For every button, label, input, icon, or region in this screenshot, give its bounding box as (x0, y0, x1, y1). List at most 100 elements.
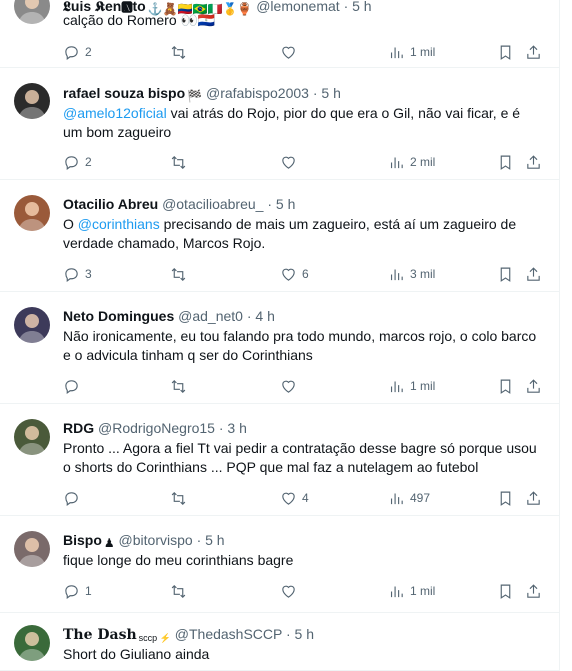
display-name[interactable]: rafael souza bispo (63, 85, 185, 101)
tweet[interactable]: 𝕷uis 𝕶en🅰to ⚓🧸🇨🇴🇧🇷🇮🇹🥇🏺 @lemonemat · 5 h ca… (0, 0, 560, 68)
tweet[interactable]: rafael souza bispo 🏁 @rafabispo2003 · 5 h… (0, 68, 560, 180)
display-name[interactable]: Neto Domingues (63, 308, 174, 324)
bookmark-icon (500, 155, 511, 170)
like-button[interactable]: 6 (280, 264, 309, 284)
bookmark-icon (500, 267, 511, 282)
like-button[interactable] (280, 376, 302, 396)
retweet-button[interactable] (170, 581, 187, 601)
bookmark-icon (500, 379, 511, 394)
share-button[interactable] (525, 264, 542, 284)
display-name[interactable]: Bispo (63, 532, 102, 548)
display-name[interactable]: Otacilio Abreu (63, 196, 158, 212)
bookmark-button[interactable] (497, 264, 514, 284)
reply-count: 1 (85, 584, 92, 598)
tweet-body: Não ironicamente, eu tou falando pra tod… (63, 328, 537, 363)
like-icon (282, 46, 295, 59)
tweet[interactable]: Neto Domingues @ad_net0 · 4 h Não ironica… (0, 292, 560, 404)
tweet-body: calção do Romero 👀🇵🇾 (63, 12, 216, 28)
reply-button[interactable]: 1 (63, 581, 92, 601)
reply-button[interactable]: 2 (63, 152, 92, 172)
user-handle[interactable]: @ThedashSCCP (175, 626, 282, 642)
avatar[interactable] (14, 195, 50, 231)
bookmark-button[interactable] (497, 581, 514, 601)
timestamp[interactable]: · 5 h (313, 85, 341, 101)
share-button[interactable] (525, 581, 542, 601)
bookmark-button[interactable] (497, 42, 514, 62)
display-name[interactable]: RDG (63, 420, 94, 436)
avatar[interactable] (14, 625, 50, 661)
views-button[interactable]: 497 (388, 488, 430, 508)
user-handle[interactable]: @ad_net0 (178, 308, 243, 324)
share-icon (527, 154, 540, 169)
user-handle[interactable]: @rafabispo2003 (206, 85, 309, 101)
avatar[interactable] (14, 83, 50, 119)
tweet-text-prefix: O (63, 216, 78, 232)
like-count: 6 (302, 267, 309, 281)
reply-button[interactable]: 3 (63, 264, 92, 284)
mention-link[interactable]: @corinthians (78, 216, 160, 232)
like-button[interactable]: 4 (280, 488, 309, 508)
views-icon (390, 493, 403, 504)
user-handle[interactable]: @bitorvispo (119, 532, 193, 548)
tweet-header: The Dash sccp ⚡ @ThedashSCCP · 5 h (63, 625, 314, 647)
like-button[interactable] (280, 42, 302, 62)
tweet-actions: 3 6 3 mil (63, 264, 543, 284)
tweet-actions: 2 1 mil (63, 42, 543, 62)
display-name[interactable]: The Dash (63, 627, 137, 643)
reply-button[interactable]: 2 (63, 42, 92, 62)
user-handle[interactable]: @RodrigoNegro15 (98, 420, 215, 436)
share-button[interactable] (525, 376, 542, 396)
tweet[interactable]: The Dash sccp ⚡ @ThedashSCCP · 5 h Short d… (0, 613, 560, 671)
like-icon (282, 156, 295, 169)
reply-icon (65, 267, 78, 282)
avatar[interactable] (14, 531, 50, 567)
views-button[interactable]: 2 mil (388, 152, 435, 172)
bookmark-icon (500, 584, 511, 599)
bookmark-button[interactable] (497, 376, 514, 396)
timestamp[interactable]: · 5 h (197, 532, 225, 548)
share-button[interactable] (525, 488, 542, 508)
avatar[interactable] (14, 307, 50, 343)
tweet[interactable]: Otacilio Abreu @otacilioabreu_ · 5 h O @c… (0, 180, 560, 292)
tweet-body: fique longe do meu corinthians bagre (63, 552, 294, 568)
user-handle[interactable]: @otacilioabreu_ (162, 196, 263, 212)
views-button[interactable]: 3 mil (388, 264, 435, 284)
timestamp[interactable]: · 4 h (247, 308, 275, 324)
reply-icon (65, 45, 78, 60)
share-icon (527, 583, 540, 598)
tweet-header: Neto Domingues @ad_net0 · 4 h (63, 307, 275, 325)
like-button[interactable] (280, 581, 302, 601)
retweet-icon (171, 155, 186, 169)
retweet-button[interactable] (170, 488, 187, 508)
retweet-button[interactable] (170, 376, 187, 396)
bookmark-button[interactable] (497, 152, 514, 172)
tweet[interactable]: Bispo ♟ @bitorvispo · 5 h fique longe do m… (0, 516, 560, 613)
views-icon (390, 269, 403, 280)
timestamp[interactable]: · 5 h (267, 196, 295, 212)
retweet-icon (171, 584, 186, 598)
mention-link[interactable]: @amelo12oficial (63, 105, 167, 121)
views-button[interactable]: 1 mil (388, 42, 435, 62)
tweet-header: RDG @RodrigoNegro15 · 3 h (63, 419, 247, 437)
timestamp[interactable]: · 3 h (219, 420, 247, 436)
reply-button[interactable] (63, 376, 85, 396)
share-button[interactable] (525, 42, 542, 62)
bookmark-button[interactable] (497, 488, 514, 508)
views-button[interactable]: 1 mil (388, 581, 435, 601)
reply-button[interactable] (63, 488, 85, 508)
tweet-text: Não ironicamente, eu tou falando pra tod… (63, 327, 538, 365)
tweet-text: @amelo12oficial vai atrás do Rojo, pior … (63, 104, 538, 142)
retweet-button[interactable] (170, 152, 187, 172)
retweet-button[interactable] (170, 264, 187, 284)
share-button[interactable] (525, 152, 542, 172)
avatar[interactable] (14, 419, 50, 455)
like-icon (282, 492, 295, 505)
views-button[interactable]: 1 mil (388, 376, 435, 396)
avatar[interactable] (14, 0, 50, 24)
retweet-button[interactable] (170, 42, 187, 62)
timestamp[interactable]: · 5 h (286, 626, 314, 642)
reply-icon (65, 491, 78, 506)
tweet[interactable]: RDG @RodrigoNegro15 · 3 h Pronto ... Agor… (0, 404, 560, 516)
views-count: 3 mil (410, 267, 436, 281)
like-button[interactable] (280, 152, 302, 172)
